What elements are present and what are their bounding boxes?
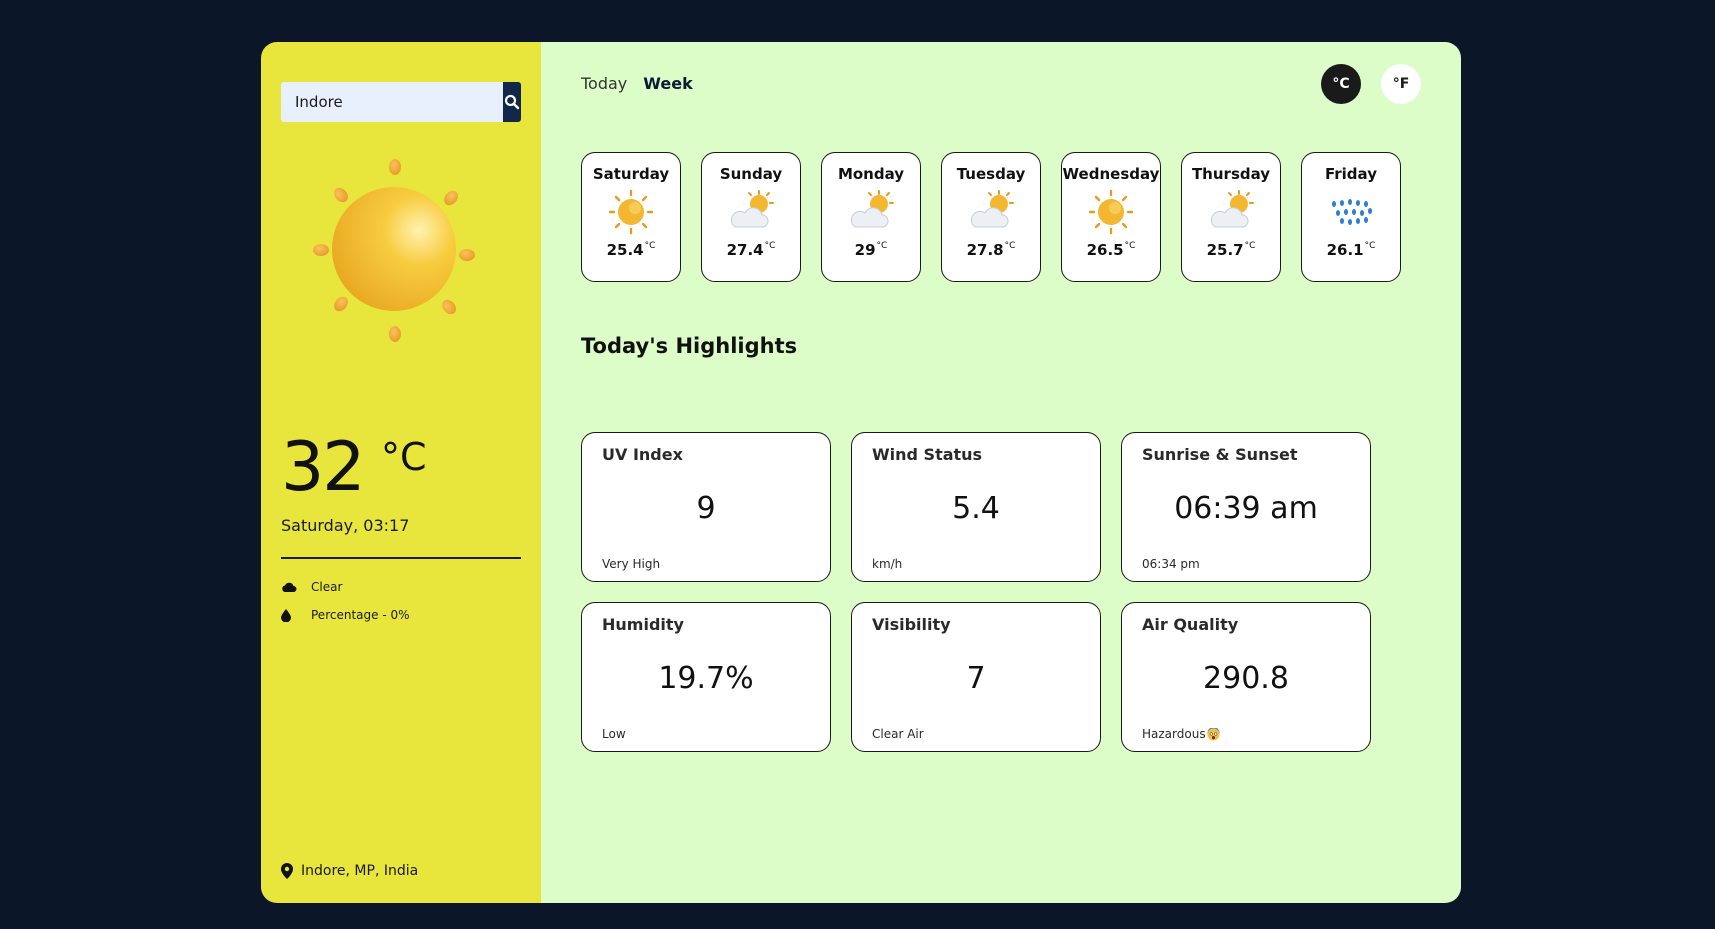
card-status: Low (602, 727, 626, 741)
card-title: Humidity (602, 615, 684, 634)
forecast-temp: 26.1°C (1326, 241, 1376, 259)
search-input[interactable] (281, 82, 503, 122)
highlights-grid: UV Index 9 Very High Wind Status 5.4 km/… (581, 432, 1371, 752)
forecast-card[interactable]: Tuesday 27.8°C (941, 152, 1041, 282)
forecast-temp: 27.8°C (966, 241, 1016, 259)
search-bar (281, 82, 521, 122)
scared-face-icon (1207, 727, 1220, 740)
location-text: Indore, MP, India (301, 863, 419, 879)
card-status: Very High (602, 557, 661, 571)
current-temperature: 32 °C (281, 428, 427, 507)
forecast-temp: 27.4°C (726, 241, 776, 259)
divider (281, 557, 521, 559)
card-status-text: Hazardous (1142, 727, 1206, 741)
forecast-card[interactable]: Monday 29°C (821, 152, 921, 282)
drop-icon (281, 608, 297, 622)
card-title: Wind Status (872, 445, 983, 464)
card-title: UV Index (602, 445, 683, 464)
partly-cloudy-icon (1210, 190, 1254, 228)
card-value: 19.7% (658, 661, 754, 696)
partly-cloudy-icon (970, 190, 1014, 228)
condition-text: Clear (311, 580, 343, 594)
condition-row: Clear (281, 580, 342, 594)
card-title: Air Quality (1142, 615, 1239, 634)
forecast-day: Monday (837, 165, 905, 183)
forecast-card[interactable]: Thursday 25.7°C (1181, 152, 1281, 282)
wind-status-card: Wind Status 5.4 km/h (851, 432, 1101, 582)
unit-toggle: °C °F (1321, 64, 1421, 104)
forecast-temp: 26.5°C (1086, 241, 1136, 259)
sun-icon (608, 189, 654, 235)
main-panel: Today Week °C °F Saturday 25.4°C Sunday … (541, 42, 1461, 903)
forecast-day: Sunday (719, 165, 783, 183)
humidity-card: Humidity 19.7% Low (581, 602, 831, 752)
temperature-unit: °C (381, 435, 427, 479)
forecast-day: Wednesday (1062, 165, 1160, 183)
weather-app: 32°C Saturday, 03:17 Clear Percentage - … (261, 42, 1461, 903)
precipitation-row: Percentage - 0% (281, 608, 410, 622)
tab-today[interactable]: Today (581, 72, 627, 95)
celsius-button[interactable]: °C (1321, 64, 1361, 104)
visibility-card: Visibility 7 Clear Air (851, 602, 1101, 752)
rain-icon (1332, 199, 1372, 225)
forecast-day: Friday (1324, 165, 1377, 183)
forecast-temp: 25.7°C (1206, 241, 1256, 259)
card-title: Sunrise & Sunset (1142, 445, 1298, 464)
forecast-card[interactable]: Wednesday 26.5°C (1061, 152, 1161, 282)
search-icon (504, 94, 520, 110)
air-quality-card: Air Quality 290.8 Hazardous (1121, 602, 1371, 752)
forecast-day: Thursday (1191, 165, 1271, 183)
card-status: Clear Air (872, 727, 924, 741)
forecast-day: Saturday (592, 165, 670, 183)
uv-index-card: UV Index 9 Very High (581, 432, 831, 582)
precipitation-text: Percentage - 0% (311, 608, 410, 622)
forecast-temp: 25.4°C (606, 241, 656, 259)
card-value: 06:39 am (1174, 491, 1318, 526)
view-tabs: Today Week (581, 72, 693, 95)
map-pin-icon (281, 863, 293, 879)
forecast-card[interactable]: Saturday 25.4°C (581, 152, 681, 282)
highlights-title: Today's Highlights (581, 334, 798, 358)
cloud-icon (281, 580, 297, 594)
search-button[interactable] (503, 82, 521, 122)
card-value: 5.4 (952, 491, 1000, 526)
partly-cloudy-icon (850, 190, 894, 228)
card-status: Hazardous (1142, 727, 1220, 741)
forecast-day: Tuesday (956, 165, 1026, 183)
forecast-card[interactable]: Friday 26.1°C (1301, 152, 1401, 282)
card-status: 06:34 pm (1142, 557, 1200, 571)
forecast-card[interactable]: Sunday 27.4°C (701, 152, 801, 282)
sunrise-sunset-card: Sunrise & Sunset 06:39 am 06:34 pm (1121, 432, 1371, 582)
card-value: 7 (966, 661, 986, 696)
tab-week[interactable]: Week (643, 72, 692, 95)
sun-icon (313, 159, 475, 342)
sun-icon (1088, 189, 1134, 235)
location: Indore, MP, India (281, 863, 418, 879)
current-datetime: Saturday, 03:17 (281, 516, 410, 535)
partly-cloudy-icon (730, 190, 774, 228)
sidebar: 32°C Saturday, 03:17 Clear Percentage - … (261, 42, 541, 903)
fahrenheit-button[interactable]: °F (1381, 64, 1421, 104)
forecast-temp: 29°C (854, 241, 888, 259)
card-value: 9 (696, 491, 716, 526)
card-title: Visibility (872, 615, 951, 634)
forecast-list: Saturday 25.4°C Sunday 27.4°C Monday 29°… (581, 152, 1401, 282)
card-status: km/h (872, 557, 903, 571)
card-value: 290.8 (1203, 661, 1289, 696)
